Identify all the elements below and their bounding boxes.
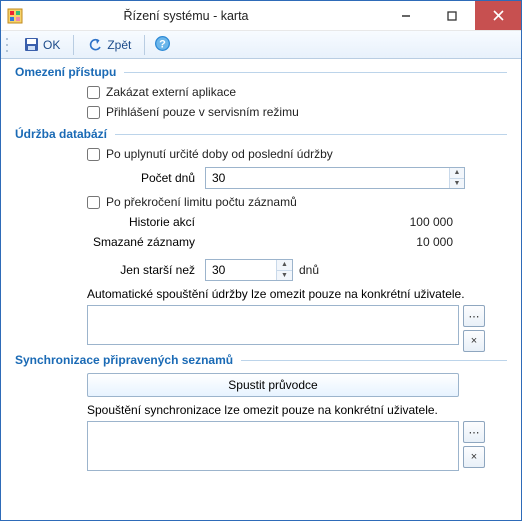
deleted-value: 10 000 [205, 235, 465, 249]
close-icon: × [471, 451, 477, 463]
close-button[interactable] [475, 1, 521, 30]
checkbox-after-days-label: Po uplynutí určité doby od poslední údrž… [106, 147, 333, 161]
days-label: Počet dnů [15, 171, 205, 185]
toolbar-separator [144, 35, 145, 55]
older-spin-down[interactable]: ▼ [277, 271, 292, 281]
sync-browse-button[interactable]: ⋯ [463, 421, 485, 443]
window-title: Řízení systému - karta [0, 9, 383, 23]
ok-button[interactable]: OK [16, 34, 67, 56]
checkbox-over-limit-label: Po překročení limitu počtu záznamů [106, 195, 297, 209]
undo-icon [87, 37, 103, 53]
checkbox-disable-external[interactable] [87, 86, 100, 99]
toolbar-separator [73, 35, 74, 55]
days-spin-up[interactable]: ▲ [450, 168, 464, 179]
help-button[interactable]: ? [151, 34, 173, 56]
maint-remove-button[interactable]: × [463, 330, 485, 352]
older-input[interactable] [206, 260, 276, 280]
checkbox-over-limit[interactable] [87, 196, 100, 209]
group-sync-title: Synchronizace připravených seznamů [15, 353, 233, 367]
minimize-button[interactable] [383, 1, 429, 30]
checkbox-service-mode[interactable] [87, 106, 100, 119]
checkbox-after-days[interactable] [87, 148, 100, 161]
checkbox-disable-external-label: Zakázat externí aplikace [106, 85, 236, 99]
sync-users-list[interactable] [87, 421, 459, 471]
maximize-button[interactable] [429, 1, 475, 30]
older-unit: dnů [299, 263, 319, 277]
history-label: Historie akcí [15, 215, 205, 229]
ellipsis-icon: ⋯ [469, 310, 480, 323]
close-icon: × [471, 335, 477, 347]
sync-remove-button[interactable]: × [463, 446, 485, 468]
group-access-title: Omezení přístupu [15, 65, 116, 79]
save-icon [23, 37, 39, 53]
group-divider [241, 360, 507, 361]
maint-users-list[interactable] [87, 305, 459, 345]
group-divider [124, 72, 507, 73]
run-wizard-button[interactable]: Spustit průvodce [87, 373, 459, 397]
checkbox-service-mode-label: Přihlášení pouze v servisním režimu [106, 105, 299, 119]
group-divider [115, 134, 507, 135]
group-maint-title: Údržba databází [15, 127, 107, 141]
deleted-label: Smazané záznamy [15, 235, 205, 249]
run-wizard-label: Spustit průvodce [228, 378, 317, 392]
maint-browse-button[interactable]: ⋯ [463, 305, 485, 327]
toolbar-grip [5, 36, 10, 54]
older-label: Jen starší než [15, 263, 205, 277]
days-input[interactable] [206, 168, 449, 188]
days-spin-down[interactable]: ▼ [450, 179, 464, 189]
history-value: 100 000 [205, 215, 465, 229]
sync-note: Spouštění synchronizace lze omezit pouze… [87, 403, 507, 417]
svg-text:?: ? [159, 38, 166, 50]
older-spin-up[interactable]: ▲ [277, 260, 292, 271]
help-icon: ? [154, 35, 171, 55]
ok-label: OK [43, 38, 60, 52]
back-label: Zpět [107, 38, 131, 52]
maint-note: Automatické spouštění údržby lze omezit … [87, 287, 507, 301]
back-button[interactable]: Zpět [80, 34, 138, 56]
ellipsis-icon: ⋯ [469, 426, 480, 439]
